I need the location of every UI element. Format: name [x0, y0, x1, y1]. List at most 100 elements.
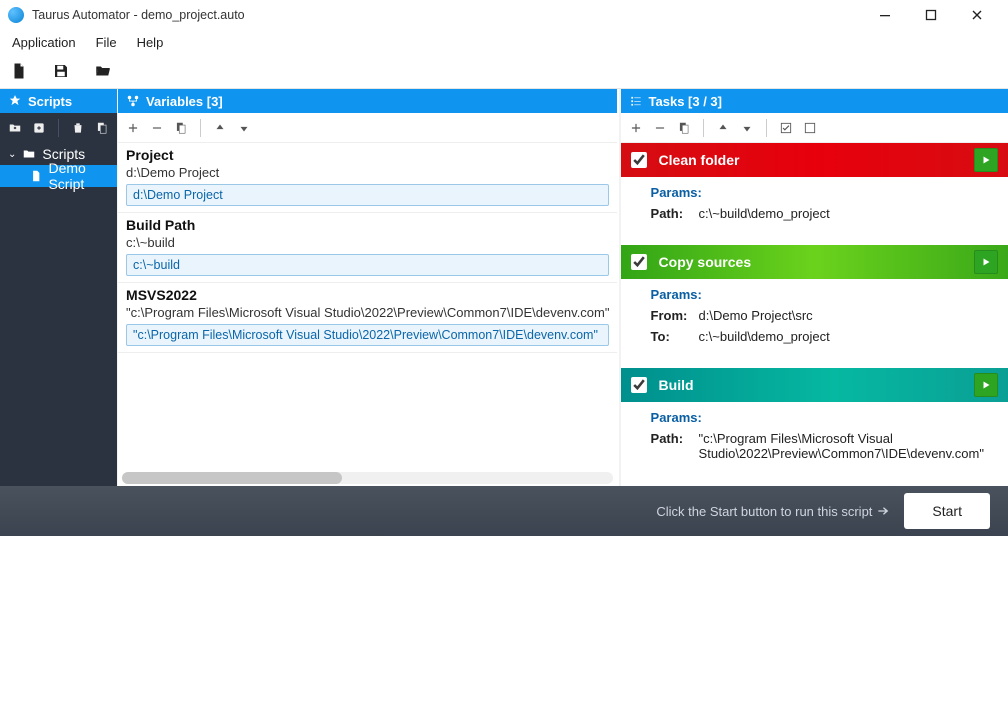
- uncheck-all-icon[interactable]: [803, 121, 817, 135]
- task-title: Build: [659, 377, 694, 393]
- arrow-right-icon: [876, 504, 890, 518]
- variable-edit-field[interactable]: c:\~build: [126, 254, 609, 276]
- variable-item[interactable]: MSVS2022 "c:\Program Files\Microsoft Vis…: [118, 283, 617, 353]
- minimize-button[interactable]: [862, 0, 908, 30]
- file-icon: [30, 169, 42, 183]
- run-task-button[interactable]: [974, 373, 998, 397]
- remove-icon[interactable]: [653, 121, 667, 135]
- param-value: "c:\Program Files\Microsoft Visual Studi…: [699, 431, 984, 461]
- add-folder-icon[interactable]: [8, 121, 22, 135]
- remove-icon[interactable]: [150, 121, 164, 135]
- task-checkbox[interactable]: [631, 377, 647, 393]
- task-item: Clean folder Params: Path: c:\~build\dem…: [621, 143, 1008, 243]
- task-checkbox[interactable]: [631, 254, 647, 270]
- scripts-tree: ⌄ Scripts Demo Script: [0, 143, 117, 187]
- task-params: Params: Path: "c:\Program Files\Microsof…: [621, 402, 1008, 483]
- maximize-button[interactable]: [908, 0, 954, 30]
- runbar: Click the Start button to run this scrip…: [0, 486, 1008, 536]
- add-script-icon[interactable]: [32, 121, 46, 135]
- scripts-icon: [8, 94, 22, 108]
- variable-value: c:\~build: [126, 235, 609, 250]
- param-label: Path:: [651, 206, 693, 221]
- check-all-icon[interactable]: [779, 121, 793, 135]
- app-icon: [8, 7, 24, 23]
- tasks-header: Tasks [3 / 3]: [621, 89, 1008, 113]
- duplicate-icon[interactable]: [174, 121, 188, 135]
- param-row: Path: "c:\Program Files\Microsoft Visual…: [651, 431, 984, 461]
- variable-value: d:\Demo Project: [126, 165, 609, 180]
- param-row: To: c:\~build\demo_project: [651, 329, 984, 344]
- scripts-header: Scripts: [0, 89, 117, 113]
- move-down-icon[interactable]: [740, 121, 754, 135]
- tasks-icon: [629, 94, 643, 108]
- duplicate-icon[interactable]: [677, 121, 691, 135]
- param-label: From:: [651, 308, 693, 323]
- separator: [766, 119, 767, 137]
- variable-item[interactable]: Project d:\Demo Project d:\Demo Project: [118, 143, 617, 213]
- param-value: c:\~build\demo_project: [699, 329, 830, 344]
- params-header: Params:: [651, 410, 984, 425]
- task-header[interactable]: Copy sources: [621, 245, 1008, 279]
- task-header[interactable]: Build: [621, 368, 1008, 402]
- open-folder-icon[interactable]: [94, 62, 112, 80]
- param-label: To:: [651, 329, 693, 344]
- main-toolbar: [0, 54, 1008, 88]
- variable-item[interactable]: Build Path c:\~build c:\~build: [118, 213, 617, 283]
- tasks-list: Clean folder Params: Path: c:\~build\dem…: [621, 143, 1008, 486]
- param-value: d:\Demo Project\src: [699, 308, 813, 323]
- menu-application[interactable]: Application: [4, 33, 84, 52]
- separator: [58, 119, 59, 137]
- workspace: Scripts ⌄ Scripts Demo Script Variable: [0, 88, 1008, 486]
- tasks-toolbar: [621, 113, 1008, 143]
- horizontal-scrollbar[interactable]: [122, 472, 613, 484]
- copy-icon[interactable]: [95, 121, 109, 135]
- titlebar: Taurus Automator - demo_project.auto: [0, 0, 1008, 30]
- tasks-header-label: Tasks [3 / 3]: [649, 94, 722, 109]
- empty-area: [0, 536, 1008, 711]
- variable-edit-field[interactable]: "c:\Program Files\Microsoft Visual Studi…: [126, 324, 609, 346]
- move-up-icon[interactable]: [716, 121, 730, 135]
- variables-list: Project d:\Demo Project d:\Demo Project …: [118, 143, 617, 486]
- scripts-toolbar: [0, 113, 117, 143]
- delete-icon[interactable]: [71, 121, 85, 135]
- task-item: Copy sources Params: From: d:\Demo Proje…: [621, 245, 1008, 366]
- variables-panel: Variables [3] Project d:\Demo Project d:…: [118, 89, 619, 486]
- run-task-button[interactable]: [974, 250, 998, 274]
- task-title: Copy sources: [659, 254, 752, 270]
- move-down-icon[interactable]: [237, 121, 251, 135]
- scripts-panel: Scripts ⌄ Scripts Demo Script: [0, 89, 117, 486]
- tree-item-label: Demo Script: [48, 160, 117, 192]
- param-value: c:\~build\demo_project: [699, 206, 830, 221]
- variables-header-label: Variables [3]: [146, 94, 223, 109]
- add-icon[interactable]: [126, 121, 140, 135]
- param-row: From: d:\Demo Project\src: [651, 308, 984, 323]
- add-icon[interactable]: [629, 121, 643, 135]
- variables-toolbar: [118, 113, 617, 143]
- menu-help[interactable]: Help: [129, 33, 172, 52]
- move-up-icon[interactable]: [213, 121, 227, 135]
- task-title: Clean folder: [659, 152, 740, 168]
- params-header: Params:: [651, 185, 984, 200]
- variable-edit-field[interactable]: d:\Demo Project: [126, 184, 609, 206]
- new-file-icon[interactable]: [10, 62, 28, 80]
- window-title: Taurus Automator - demo_project.auto: [32, 8, 245, 22]
- variables-header: Variables [3]: [118, 89, 617, 113]
- variables-icon: [126, 94, 140, 108]
- task-params: Params: From: d:\Demo Project\src To: c:…: [621, 279, 1008, 366]
- folder-icon: [22, 147, 36, 161]
- separator: [703, 119, 704, 137]
- param-row: Path: c:\~build\demo_project: [651, 206, 984, 221]
- variable-name: Project: [126, 147, 609, 163]
- run-task-button[interactable]: [974, 148, 998, 172]
- task-checkbox[interactable]: [631, 152, 647, 168]
- chevron-down-icon: ⌄: [8, 149, 16, 160]
- close-button[interactable]: [954, 0, 1000, 30]
- menu-file[interactable]: File: [88, 33, 125, 52]
- tasks-panel: Tasks [3 / 3] Clean folder P: [621, 89, 1008, 486]
- scrollbar-thumb[interactable]: [122, 472, 342, 484]
- start-button[interactable]: Start: [904, 493, 990, 529]
- task-header[interactable]: Clean folder: [621, 143, 1008, 177]
- save-icon[interactable]: [52, 62, 70, 80]
- tree-item-demo-script[interactable]: Demo Script: [0, 165, 117, 187]
- task-params: Params: Path: c:\~build\demo_project: [621, 177, 1008, 243]
